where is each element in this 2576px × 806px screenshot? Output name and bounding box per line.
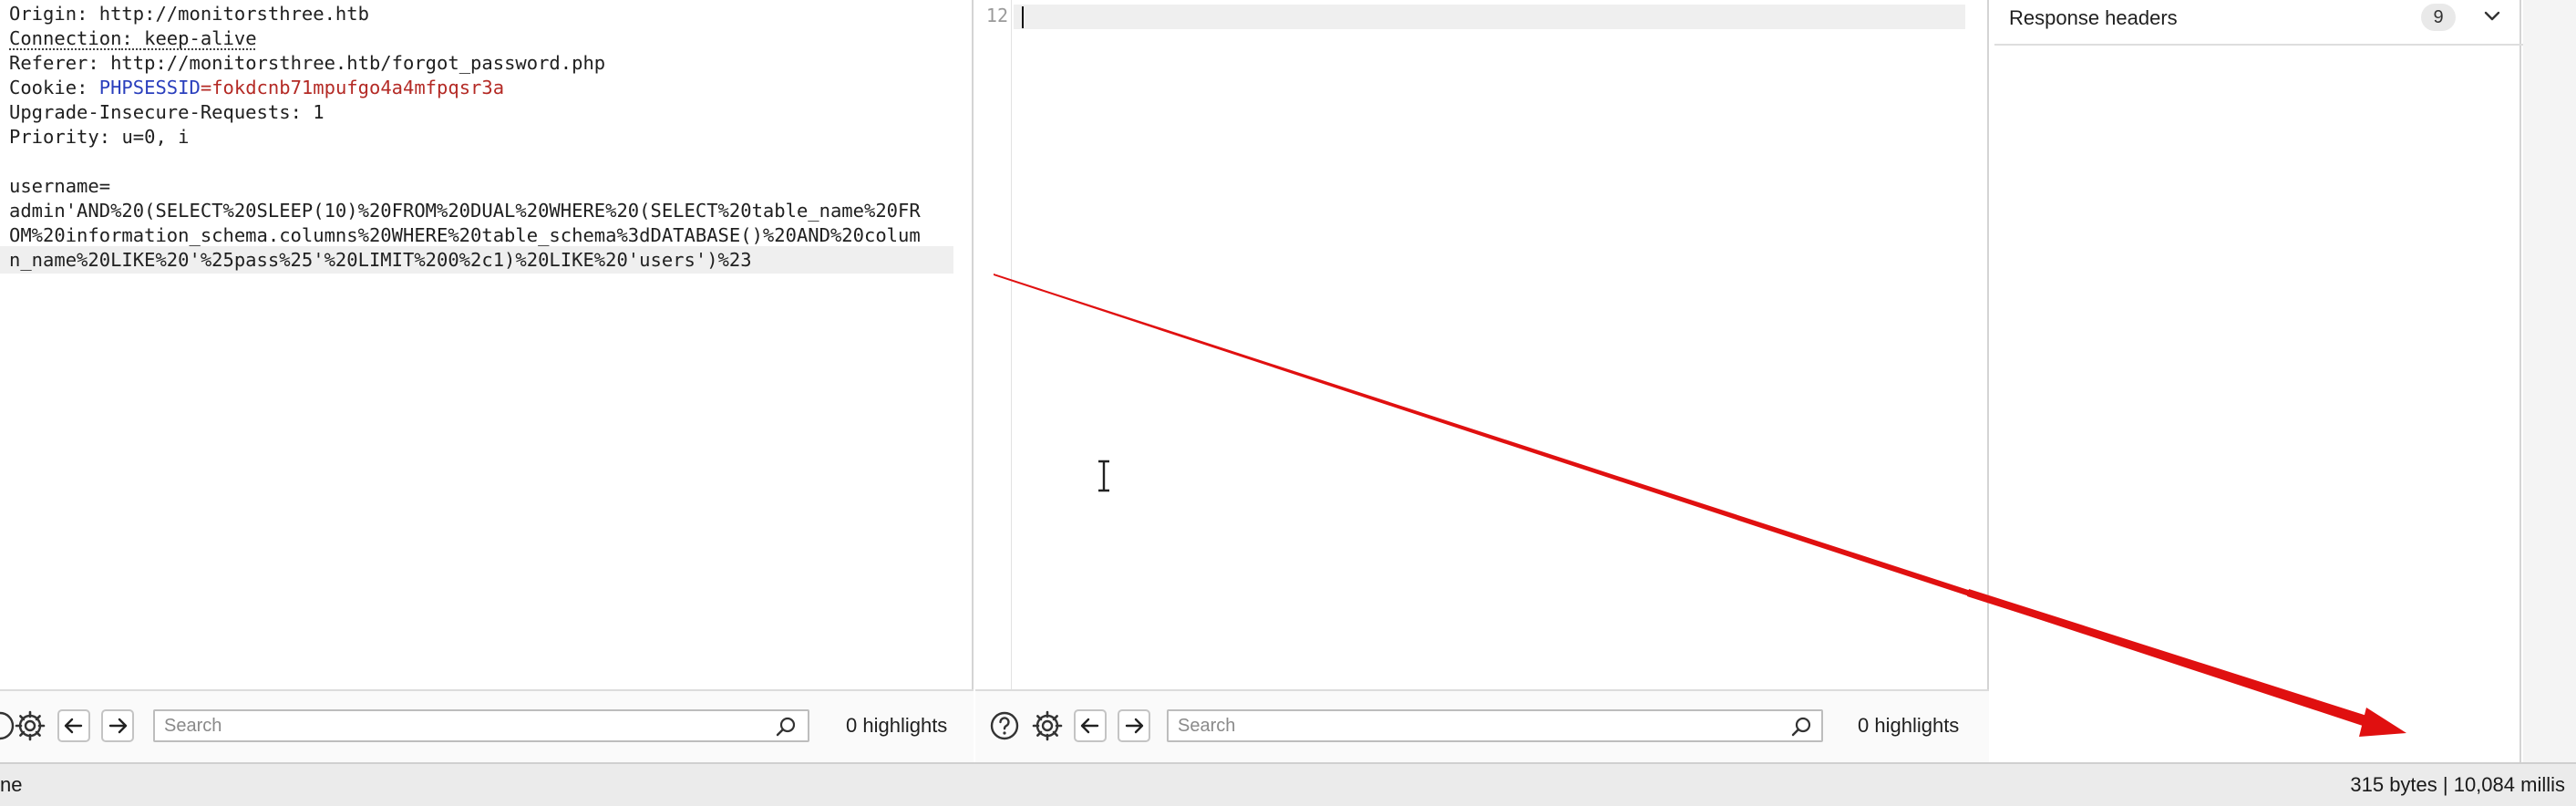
header-line-connection: Connection: keep-alive xyxy=(9,27,257,49)
header-name: Referer xyxy=(9,52,88,74)
header-line-priority: Priority: u=0, i xyxy=(9,126,190,148)
payload-line: n_name%20LIKE%20'%25pass%25'%20LIMIT%200… xyxy=(9,249,752,271)
header-line-origin: Origin: http://monitorsthree.htb xyxy=(9,3,369,25)
gear-icon[interactable] xyxy=(1031,709,1064,742)
inspector-panel: Response headers 9 xyxy=(1989,0,2523,762)
header-value: http://monitorsthree.htb xyxy=(98,3,369,25)
gear-icon[interactable] xyxy=(14,709,46,742)
response-pane: 12 xyxy=(975,0,1989,762)
header-name: Origin xyxy=(9,3,77,25)
header-value: 1 xyxy=(313,101,325,123)
header-name: Upgrade-Insecure-Requests xyxy=(9,101,291,123)
chevron-down-icon[interactable] xyxy=(2481,5,2503,27)
header-value: http://monitorsthree.htb/forgot_password… xyxy=(110,52,606,74)
request-highlights-count: 0 highlights xyxy=(846,714,948,737)
payload-line: OM%20information_schema.columns%20WHERE%… xyxy=(9,224,921,246)
header-name: Priority xyxy=(9,126,99,148)
request-search-bar: 0 highlights xyxy=(0,689,974,762)
status-text: ne xyxy=(0,773,23,796)
header-line-referer: Referer: http://monitorsthree.htb/forgot… xyxy=(9,52,606,74)
response-search-bar: 0 highlights xyxy=(975,689,1989,762)
arrow-left-icon[interactable] xyxy=(1074,709,1107,742)
arrow-right-icon[interactable] xyxy=(1118,709,1150,742)
response-headers-section[interactable]: Response headers 9 xyxy=(1994,0,2523,46)
request-pane: Origin: http://monitorsthree.htb Connect… xyxy=(0,0,974,762)
request-search-input[interactable] xyxy=(153,709,809,742)
response-stats: 315 bytes | 10,084 millis xyxy=(2350,773,2565,796)
body-param-name: username= xyxy=(9,175,111,197)
current-line-highlight[interactable] xyxy=(1014,5,1965,29)
header-value: keep-alive xyxy=(144,27,257,49)
header-line-cookie: Cookie: PHPSESSID=fokdcnb71mpufgo4a4mfpq… xyxy=(9,77,505,98)
help-icon[interactable] xyxy=(988,709,1021,742)
cookie-name: PHPSESSID xyxy=(98,77,201,98)
right-side-strip xyxy=(2523,0,2576,762)
line-number: 12 xyxy=(985,5,1008,26)
text-caret xyxy=(1022,6,1024,28)
header-name: Connection xyxy=(9,27,122,49)
request-editor[interactable]: Origin: http://monitorsthree.htb Connect… xyxy=(0,0,974,689)
response-search-input[interactable] xyxy=(1167,709,1823,742)
payload-line: admin'AND%20(SELECT%20SLEEP(10)%20FROM%2… xyxy=(9,200,921,222)
cookie-value: fokdcnb71mpufgo4a4mfpqsr3a xyxy=(211,77,505,98)
text-cursor-icon xyxy=(1098,460,1109,492)
header-value: u=0, i xyxy=(121,126,190,148)
response-highlights-count: 0 highlights xyxy=(1858,714,1960,737)
response-headers-count-badge: 9 xyxy=(2421,4,2456,31)
response-headers-label: Response headers xyxy=(2009,6,2178,29)
header-name: Cookie xyxy=(9,77,77,98)
status-bar: ne 315 bytes | 10,084 millis xyxy=(0,762,2576,806)
header-line-upgrade: Upgrade-Insecure-Requests: 1 xyxy=(9,101,325,123)
search-icon[interactable] xyxy=(1790,715,1814,739)
arrow-left-icon[interactable] xyxy=(57,709,90,742)
line-gutter: 12 xyxy=(975,0,1012,689)
arrow-right-icon[interactable] xyxy=(101,709,134,742)
search-icon[interactable] xyxy=(775,715,799,739)
